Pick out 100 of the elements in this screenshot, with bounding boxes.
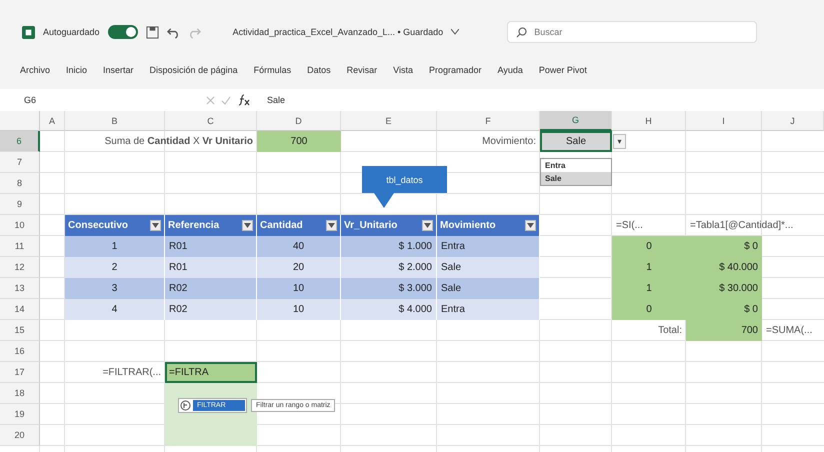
name-box[interactable]: G6 [0, 95, 200, 105]
table-cell: Sale [437, 278, 540, 299]
row-header[interactable]: 17 [0, 362, 40, 383]
column-header[interactable]: J [762, 111, 824, 131]
chevron-down-icon[interactable] [451, 29, 460, 35]
search-field[interactable]: Buscar [507, 21, 758, 43]
table-header-cell[interactable]: Referencia [165, 215, 257, 236]
ribbon-tab[interactable]: Fórmulas [254, 65, 292, 75]
function-icon [180, 400, 191, 411]
autosave-toggle[interactable] [108, 25, 138, 39]
table-cell: $ 40.000 [686, 257, 762, 278]
column-header[interactable]: C [165, 111, 257, 131]
table-cell: 1 [65, 236, 165, 257]
table-cell: Entra [437, 299, 540, 320]
ribbon-tab[interactable]: Archivo [20, 65, 50, 75]
edit-cell[interactable]: =FILTRA [165, 362, 257, 383]
column-header[interactable]: G [540, 111, 612, 131]
dropdown-button[interactable]: ▾ [613, 134, 626, 149]
filter-dropdown-icon[interactable] [525, 220, 536, 231]
table-cell: R01 [165, 257, 257, 278]
list-option[interactable]: Sale [541, 172, 611, 185]
table-cell: $ 2.000 [341, 257, 437, 278]
cell-text: =SI(... [616, 220, 643, 231]
row-header[interactable]: 16 [0, 341, 40, 362]
row-header[interactable]: 18 [0, 383, 40, 404]
table-cell: $ 0 [686, 299, 762, 320]
column-header[interactable]: B [65, 111, 165, 131]
table-cell: $ 3.000 [341, 278, 437, 299]
table-cell: $ 30.000 [686, 278, 762, 299]
table-cell: R02 [165, 299, 257, 320]
table-cell: $ 0 [686, 236, 762, 257]
column-header[interactable]: I [686, 111, 762, 131]
row-header[interactable]: 12 [0, 257, 40, 278]
row-header[interactable]: 6 [0, 131, 40, 152]
ribbon-tab[interactable]: Inicio [66, 65, 88, 75]
table-cell: 10 [257, 278, 341, 299]
row-header[interactable]: 11 [0, 236, 40, 257]
table-cell: $ 4.000 [341, 299, 437, 320]
cell-text: Suma de Cantidad X Vr Unitario [104, 136, 253, 147]
ribbon-tab[interactable]: Ayuda [498, 65, 523, 75]
column-header[interactable]: A [40, 111, 65, 131]
column-header[interactable]: E [341, 111, 437, 131]
column-header[interactable]: H [612, 111, 686, 131]
filter-dropdown-icon[interactable] [150, 220, 161, 231]
cell-text: Total: [658, 325, 682, 336]
row-header[interactable]: 8 [0, 173, 40, 194]
table-cell: 4 [65, 299, 165, 320]
row-header[interactable]: 9 [0, 194, 40, 215]
table-cell: 40 [257, 236, 341, 257]
table-header-cell[interactable]: Vr_Unitario [341, 215, 437, 236]
table-cell: R01 [165, 236, 257, 257]
row-header[interactable]: 14 [0, 299, 40, 320]
insert-function-icon[interactable] [237, 94, 251, 106]
cell-text: =Tabla1[@Cantidad]*... [690, 220, 794, 231]
row-header[interactable]: 15 [0, 320, 40, 341]
table-header-cell[interactable]: Cantidad [257, 215, 341, 236]
spreadsheet-app-icon [22, 26, 35, 38]
table-header-cell[interactable]: Movimiento [437, 215, 540, 236]
table-cell: 0 [612, 236, 686, 257]
table-cell: 1 [612, 278, 686, 299]
row-header[interactable]: 13 [0, 278, 40, 299]
table-cell: 2 [65, 257, 165, 278]
cell-text: Movimiento: [482, 136, 536, 147]
ribbon-tab[interactable]: Revisar [346, 65, 378, 75]
column-header[interactable]: F [437, 111, 540, 131]
table-cell: R02 [165, 278, 257, 299]
table-cell: 20 [257, 257, 341, 278]
formula-text[interactable]: Sale [257, 95, 286, 105]
row-header[interactable]: 10 [0, 215, 40, 236]
table-name-tooltip: tbl_datos [362, 166, 447, 208]
ribbon-tab[interactable]: Power Pivot [538, 65, 587, 75]
ribbon-tab[interactable]: Datos [307, 65, 331, 75]
document-title[interactable]: Actividad_practica_Excel_Avanzado_L... • Guardado [232, 27, 444, 37]
table-header-cell[interactable]: Consecutivo [65, 215, 165, 236]
table-cell: Entra [437, 236, 540, 257]
row-header[interactable]: 7 [0, 152, 40, 173]
autosave-label: Autoguardado [43, 27, 100, 37]
table-cell: Sale [437, 257, 540, 278]
cell-text: =FILTRAR(... [102, 367, 161, 378]
row-header[interactable]: 20 [0, 425, 40, 446]
ribbon-tab[interactable]: Vista [393, 65, 414, 75]
table-cell: 700 [257, 131, 341, 152]
save-icon[interactable] [146, 26, 159, 38]
filter-dropdown-icon[interactable] [422, 220, 433, 231]
table-cell: 1 [612, 257, 686, 278]
ribbon-tab[interactable]: Insertar [103, 65, 134, 75]
cell-text: =SUMA(... [766, 325, 812, 336]
selected-cell[interactable]: Sale [540, 131, 612, 152]
table-cell: 3 [65, 278, 165, 299]
filter-dropdown-icon[interactable] [242, 220, 253, 231]
table-cell: $ 1.000 [341, 236, 437, 257]
table-cell: 10 [257, 299, 341, 320]
ribbon-tab[interactable]: Disposición de página [150, 65, 238, 75]
row-header[interactable]: 19 [0, 404, 40, 425]
table-cell: 700 [686, 320, 762, 341]
ribbon-tab[interactable]: Programador [429, 65, 482, 75]
column-header[interactable]: D [257, 111, 341, 131]
filter-dropdown-icon[interactable] [326, 220, 337, 231]
undo-icon[interactable] [166, 26, 180, 38]
table-cell: 0 [612, 299, 686, 320]
